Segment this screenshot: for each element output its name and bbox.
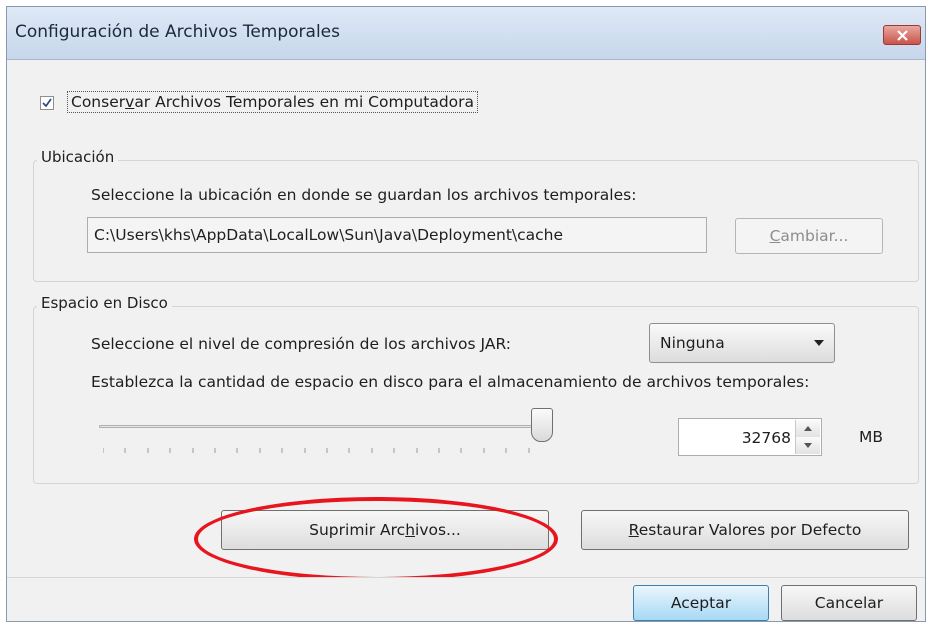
keep-temp-files-label[interactable]: Conservar Archivos Temporales en mi Comp… — [67, 91, 479, 113]
delete-files-button[interactable]: Suprimir Archivos... — [221, 510, 549, 550]
spin-up-button[interactable] — [796, 420, 820, 438]
cache-path-field: C:\Users\khs\AppData\LocalLow\Sun\Java\D… — [87, 217, 707, 253]
location-group-title: Ubicación — [37, 148, 119, 166]
checkmark-icon — [42, 98, 52, 108]
compression-level-value: Ninguna — [660, 334, 725, 352]
change-location-button[interactable]: Cambiar... — [735, 218, 883, 254]
accelerator-key: v — [125, 93, 135, 111]
spin-buttons — [795, 420, 820, 454]
close-icon — [897, 30, 908, 41]
keep-temp-files-checkbox[interactable] — [40, 96, 54, 110]
temp-files-settings-dialog: Configuración de Archivos Temporales Con… — [6, 6, 926, 622]
disk-space-slider-track[interactable] — [99, 425, 543, 428]
dialog-title: Configuración de Archivos Temporales — [15, 22, 340, 42]
close-button[interactable] — [883, 25, 921, 45]
ok-button[interactable]: Aceptar — [633, 585, 769, 621]
slider-ticks — [103, 448, 530, 453]
compression-level-select[interactable]: Ninguna — [649, 323, 835, 363]
dropdown-arrow-icon — [814, 340, 824, 346]
disk-space-spinbox[interactable]: 32768 — [678, 418, 822, 456]
restore-defaults-button[interactable]: Restaurar Valores por Defecto — [581, 510, 909, 550]
title-bar: Configuración de Archivos Temporales — [7, 7, 925, 60]
disk-space-unit: MB — [859, 428, 884, 446]
spin-down-button[interactable] — [796, 437, 820, 454]
disk-space-value: 32768 — [741, 429, 791, 447]
spin-down-icon — [804, 443, 812, 448]
compression-label: Seleccione el nivel de compresión de los… — [91, 335, 511, 353]
disk-space-slider-thumb[interactable] — [531, 408, 553, 442]
cancel-button[interactable]: Cancelar — [781, 585, 917, 621]
location-instruction: Seleccione la ubicación en donde se guar… — [91, 186, 637, 204]
disk-space-label: Establezca la cantidad de espacio en dis… — [91, 373, 810, 391]
spin-up-icon — [804, 426, 812, 431]
disk-space-group-title: Espacio en Disco — [37, 294, 172, 312]
